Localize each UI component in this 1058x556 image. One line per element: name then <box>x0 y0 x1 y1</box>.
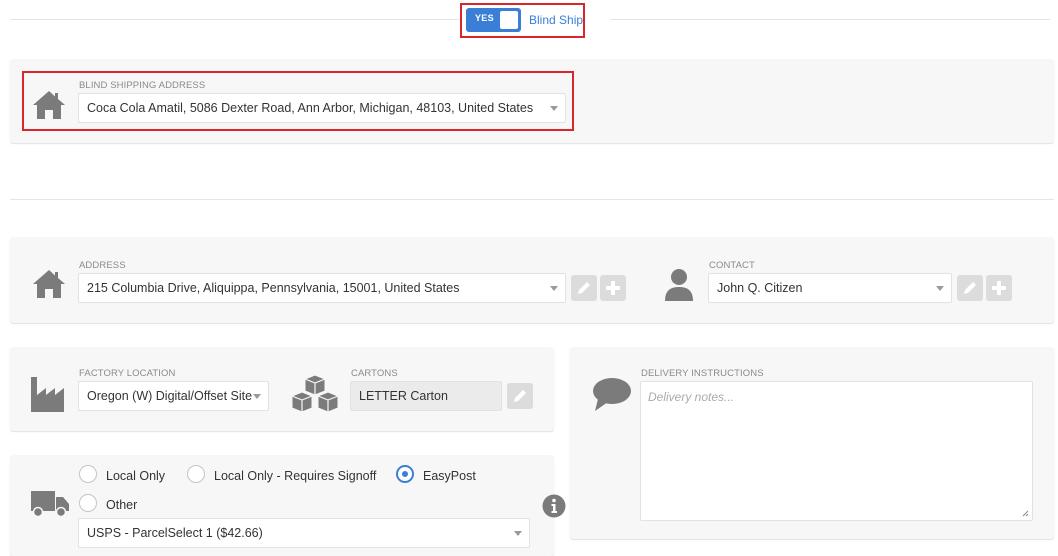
plus-icon <box>606 281 620 295</box>
cartons-field: LETTER Carton <box>350 381 502 411</box>
delivery-notes-textarea[interactable]: Delivery notes... <box>640 381 1033 521</box>
radio-local-only[interactable] <box>79 465 97 483</box>
address-select[interactable]: 215 Columbia Drive, Aliquippa, Pennsylva… <box>78 273 566 303</box>
chevron-down-icon <box>514 531 522 536</box>
info-icon[interactable] <box>542 494 566 518</box>
home-icon <box>33 270 65 298</box>
radio-local-only-label[interactable]: Local Only <box>106 469 165 483</box>
contact-label: CONTACT <box>709 260 755 271</box>
chevron-down-icon <box>550 106 558 111</box>
shipping-service-select[interactable]: USPS - ParcelSelect 1 ($42.66) <box>78 518 530 548</box>
shipping-service-value: USPS - ParcelSelect 1 ($42.66) <box>87 526 263 540</box>
edit-contact-button[interactable] <box>957 275 983 301</box>
edit-address-button[interactable] <box>571 275 597 301</box>
truck-icon <box>31 491 69 518</box>
cartons-label: CARTONS <box>351 368 398 379</box>
address-label: ADDRESS <box>79 260 126 271</box>
radio-local-signoff-label[interactable]: Local Only - Requires Signoff <box>214 469 376 483</box>
chevron-down-icon <box>936 286 944 291</box>
blind-ship-label[interactable]: Blind Ship <box>529 13 583 27</box>
edit-carton-button[interactable] <box>507 383 533 409</box>
add-address-button[interactable] <box>600 275 626 301</box>
blind-ship-toggle[interactable]: YES <box>466 8 521 32</box>
delivery-notes-placeholder: Delivery notes... <box>648 390 735 404</box>
home-icon <box>33 91 65 119</box>
factory-value: Oregon (W) Digital/Offset Site <box>87 389 253 403</box>
plus-icon <box>992 281 1006 295</box>
contact-value: John Q. Citizen <box>717 281 803 295</box>
factory-icon <box>31 377 64 412</box>
blind-address-value: Coca Cola Amatil, 5086 Dexter Road, Ann … <box>87 101 534 115</box>
contact-select[interactable]: John Q. Citizen <box>708 273 952 303</box>
radio-other[interactable] <box>79 494 97 512</box>
user-icon <box>665 269 693 301</box>
pencil-icon <box>514 390 526 402</box>
factory-select[interactable]: Oregon (W) Digital/Offset Site <box>78 381 269 411</box>
comment-icon <box>593 378 631 411</box>
radio-local-signoff[interactable] <box>187 465 205 483</box>
chevron-down-icon <box>550 286 558 291</box>
pencil-icon <box>964 282 976 294</box>
radio-easypost[interactable] <box>396 465 414 483</box>
blind-address-label: BLIND SHIPPING ADDRESS <box>79 80 206 91</box>
radio-easypost-label[interactable]: EasyPost <box>423 469 476 483</box>
blind-address-select[interactable]: Coca Cola Amatil, 5086 Dexter Road, Ann … <box>78 93 566 123</box>
toggle-knob[interactable] <box>500 11 518 29</box>
top-divider-left <box>10 19 460 20</box>
factory-label: FACTORY LOCATION <box>79 368 176 379</box>
top-divider-right <box>610 19 1050 20</box>
add-contact-button[interactable] <box>986 275 1012 301</box>
boxes-icon <box>291 374 339 413</box>
chevron-down-icon <box>253 394 261 399</box>
radio-other-label[interactable]: Other <box>106 498 137 512</box>
address-value: 215 Columbia Drive, Aliquippa, Pennsylva… <box>87 281 460 295</box>
delivery-label: DELIVERY INSTRUCTIONS <box>641 368 764 379</box>
toggle-yes-label: YES <box>475 13 494 23</box>
section-divider <box>10 199 1054 200</box>
cartons-value: LETTER Carton <box>359 389 448 403</box>
resize-grip-icon[interactable] <box>1022 510 1029 517</box>
pencil-icon <box>578 282 590 294</box>
